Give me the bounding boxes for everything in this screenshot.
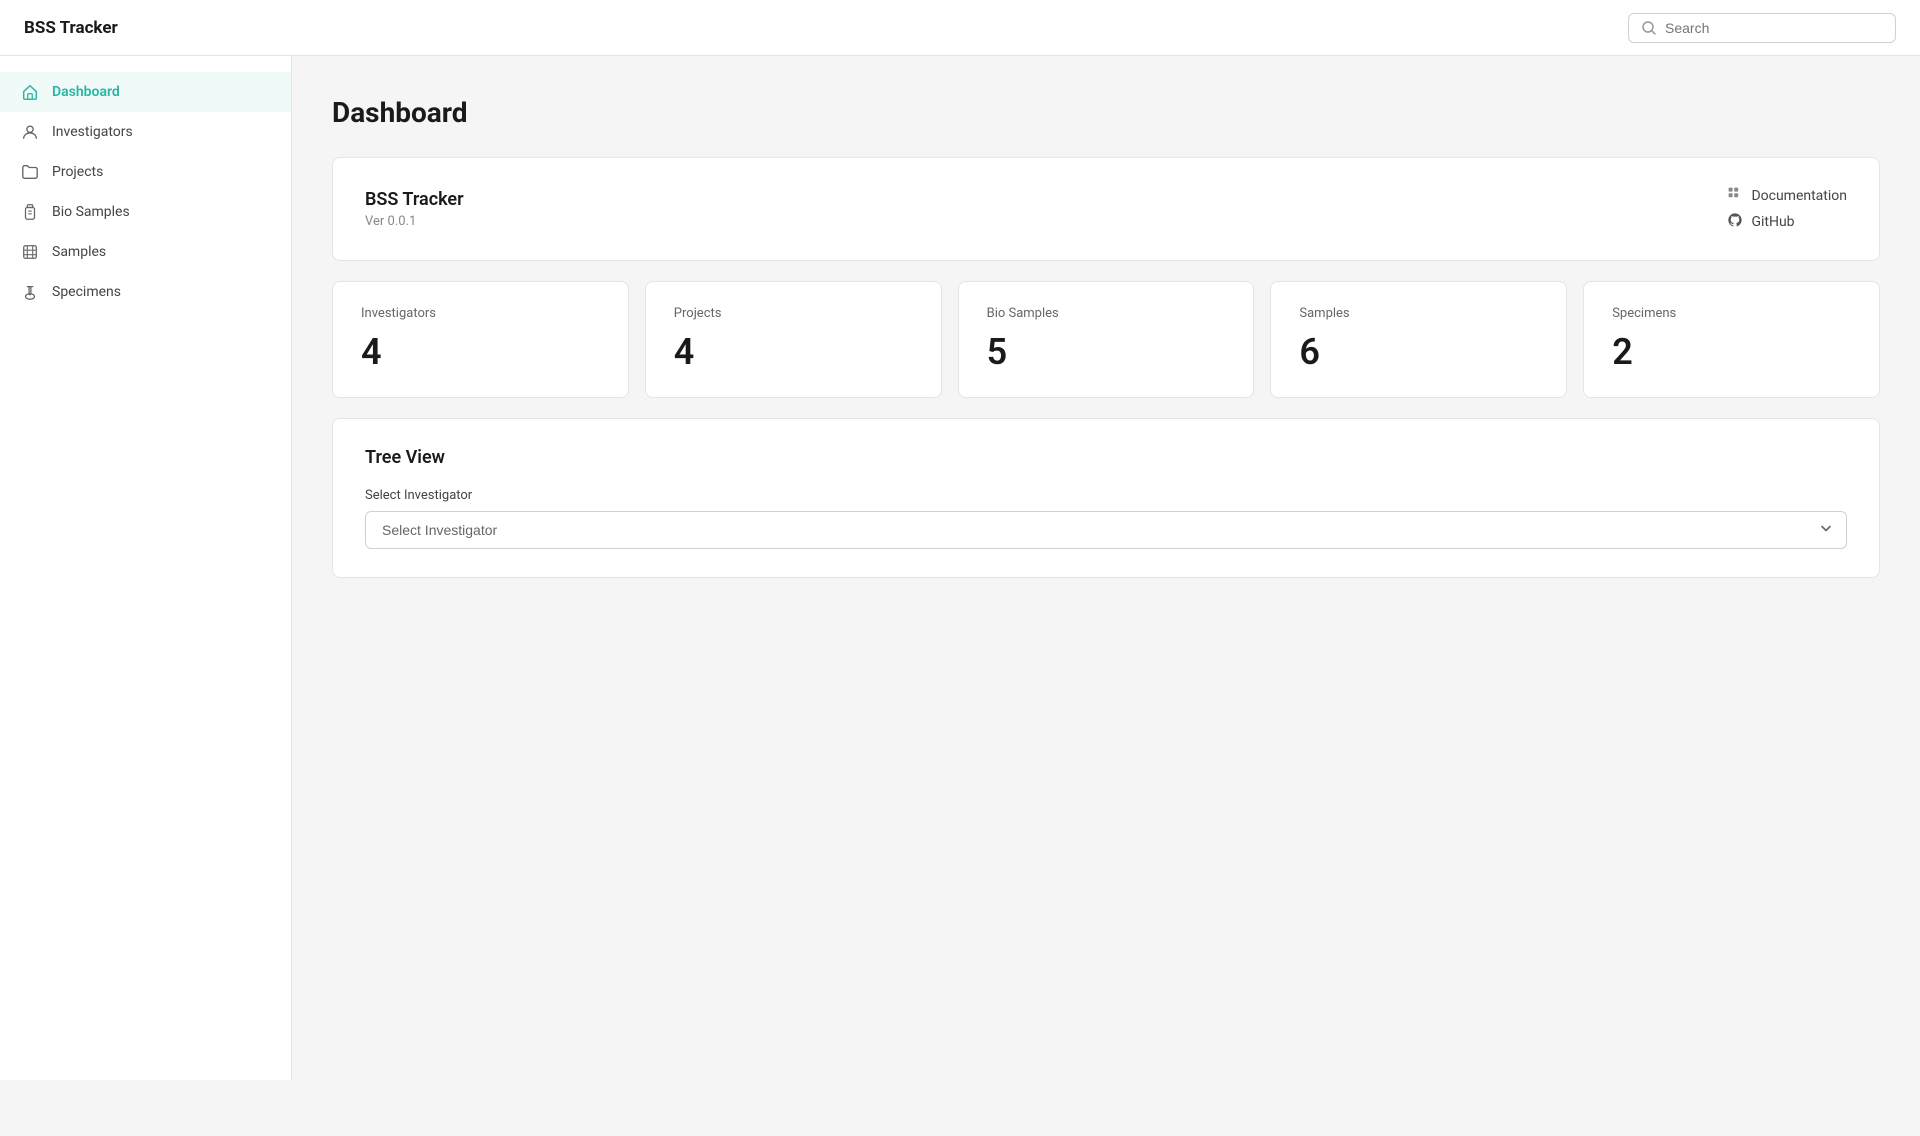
info-card-right: Documentation GitHub xyxy=(1727,186,1847,232)
sidebar-label-investigators: Investigators xyxy=(52,124,133,140)
documentation-label: Documentation xyxy=(1751,188,1847,204)
stat-value-specimens: 2 xyxy=(1612,331,1851,373)
search-bar[interactable] xyxy=(1628,13,1896,43)
sidebar-label-dashboard: Dashboard xyxy=(52,84,120,100)
tree-view-card: Tree View Select Investigator Select Inv… xyxy=(332,418,1880,578)
docs-icon xyxy=(1727,186,1743,206)
sidebar-label-bio-samples: Bio Samples xyxy=(52,204,130,220)
main-content: Dashboard BSS Tracker Ver 0.0.1 xyxy=(292,56,1920,1080)
stat-label-bio-samples: Bio Samples xyxy=(987,306,1226,321)
search-icon xyxy=(1641,20,1657,36)
stat-value-projects: 4 xyxy=(674,331,913,373)
app-header: BSS Tracker xyxy=(0,0,1920,56)
sample-icon xyxy=(20,242,40,262)
info-version: Ver 0.0.1 xyxy=(365,214,464,229)
stats-row: Investigators 4 Projects 4 Bio Samples 5… xyxy=(332,281,1880,398)
stat-label-specimens: Specimens xyxy=(1612,306,1851,321)
sidebar-label-specimens: Specimens xyxy=(52,284,121,300)
stat-value-samples: 6 xyxy=(1299,331,1538,373)
info-card-left: BSS Tracker Ver 0.0.1 xyxy=(365,189,464,229)
sidebar-label-projects: Projects xyxy=(52,164,103,180)
sidebar-label-samples: Samples xyxy=(52,244,106,260)
specimen-icon xyxy=(20,282,40,302)
sidebar: Dashboard Investigators Projects xyxy=(0,56,292,1080)
sidebar-item-projects[interactable]: Projects xyxy=(0,152,291,192)
github-link[interactable]: GitHub xyxy=(1727,212,1794,232)
stat-label-investigators: Investigators xyxy=(361,306,600,321)
sidebar-item-bio-samples[interactable]: Bio Samples xyxy=(0,192,291,232)
stat-card-projects: Projects 4 xyxy=(645,281,942,398)
search-input[interactable] xyxy=(1665,20,1883,36)
info-app-name: BSS Tracker xyxy=(365,189,464,210)
select-wrapper: Select Investigator xyxy=(365,511,1847,549)
page-title: Dashboard xyxy=(332,96,1880,129)
stat-card-investigators: Investigators 4 xyxy=(332,281,629,398)
github-label: GitHub xyxy=(1751,214,1794,230)
investigator-select[interactable]: Select Investigator xyxy=(365,511,1847,549)
select-investigator-label: Select Investigator xyxy=(365,488,1847,503)
stat-label-samples: Samples xyxy=(1299,306,1538,321)
home-icon xyxy=(20,82,40,102)
main-layout: Dashboard Investigators Projects xyxy=(0,56,1920,1080)
folder-icon xyxy=(20,162,40,182)
bio-icon xyxy=(20,202,40,222)
stat-card-bio-samples: Bio Samples 5 xyxy=(958,281,1255,398)
sidebar-item-samples[interactable]: Samples xyxy=(0,232,291,272)
documentation-link[interactable]: Documentation xyxy=(1727,186,1847,206)
stat-card-specimens: Specimens 2 xyxy=(1583,281,1880,398)
tree-view-title: Tree View xyxy=(365,447,1847,468)
stat-value-investigators: 4 xyxy=(361,331,600,373)
user-icon xyxy=(20,122,40,142)
github-icon xyxy=(1727,212,1743,232)
stat-card-samples: Samples 6 xyxy=(1270,281,1567,398)
info-card: BSS Tracker Ver 0.0.1 Documentation xyxy=(332,157,1880,261)
stat-value-bio-samples: 5 xyxy=(987,331,1226,373)
app-title: BSS Tracker xyxy=(24,18,118,38)
stat-label-projects: Projects xyxy=(674,306,913,321)
sidebar-item-investigators[interactable]: Investigators xyxy=(0,112,291,152)
sidebar-item-specimens[interactable]: Specimens xyxy=(0,272,291,312)
sidebar-item-dashboard[interactable]: Dashboard xyxy=(0,72,291,112)
